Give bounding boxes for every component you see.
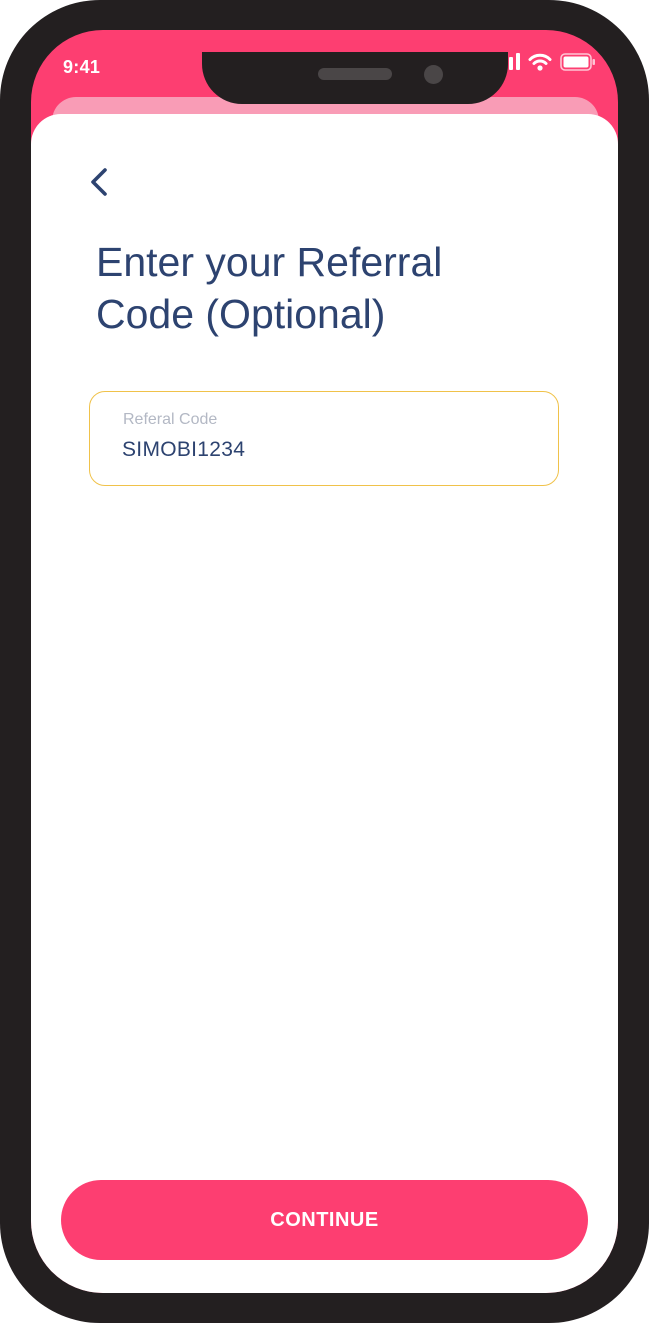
page-title: Enter your Referral Code (Optional)	[96, 236, 566, 340]
page-title-line-2: Code (Optional)	[96, 291, 386, 337]
speaker-grille	[318, 68, 392, 80]
phone-screen: 9:41 Enter your Referral Code (Optional)…	[31, 30, 618, 1293]
page-title-line-1: Enter your Referral	[96, 239, 443, 285]
wifi-icon	[528, 53, 552, 76]
status-icons	[495, 52, 596, 76]
continue-button[interactable]: CONTINUE	[61, 1180, 588, 1260]
back-button[interactable]	[83, 164, 115, 204]
front-camera	[424, 65, 443, 84]
phone-notch	[202, 52, 508, 104]
battery-icon	[560, 52, 596, 76]
referral-code-label: Referal Code	[123, 411, 218, 428]
phone-frame: 9:41 Enter your Referral Code (Optional)…	[0, 0, 649, 1323]
referral-code-field[interactable]: Referal Code	[89, 391, 559, 486]
referral-card: Enter your Referral Code (Optional) Refe…	[31, 114, 618, 1293]
referral-code-input[interactable]	[122, 438, 522, 462]
status-time: 9:41	[63, 57, 101, 77]
chevron-left-icon	[88, 166, 110, 203]
